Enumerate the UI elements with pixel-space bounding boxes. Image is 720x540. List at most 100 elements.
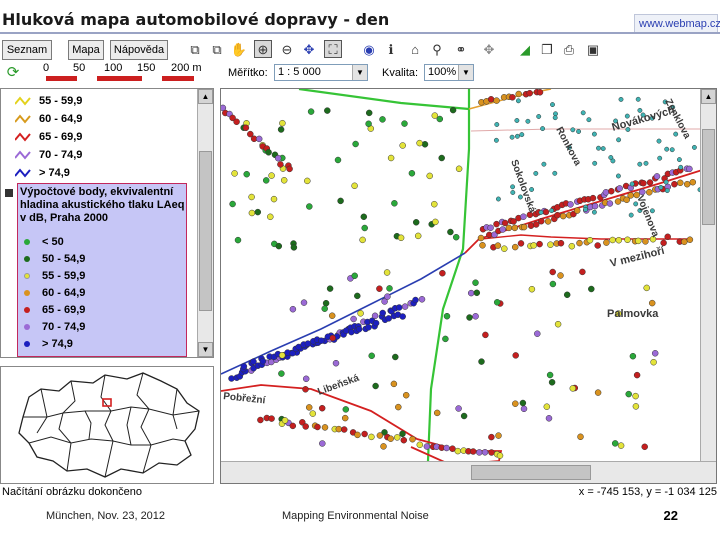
- noise-point: [386, 285, 393, 292]
- noise-point: [510, 184, 516, 190]
- refresh-icon[interactable]: ⟳: [4, 64, 22, 82]
- noise-point: [664, 233, 671, 241]
- noise-point: [547, 241, 554, 248]
- scroll-thumb[interactable]: [199, 151, 212, 311]
- scroll-thumb[interactable]: [702, 129, 715, 225]
- scroll-thumb[interactable]: [471, 465, 591, 480]
- noise-point: [229, 200, 236, 208]
- noise-point: [656, 138, 662, 144]
- meritko-select[interactable]: 1 : 5 000 ▼: [274, 64, 368, 81]
- noise-point: [372, 319, 380, 327]
- noise-point: [365, 120, 372, 128]
- noise-point: [472, 279, 479, 286]
- noise-point: [432, 218, 439, 226]
- noise-point: [267, 213, 274, 221]
- noise-point: [520, 223, 528, 231]
- noise-point: [616, 137, 622, 143]
- chevron-down-icon[interactable]: ▼: [458, 65, 473, 80]
- noise-point: [372, 382, 379, 390]
- find-binoculars-icon[interactable]: ⚭: [452, 41, 470, 59]
- save-icon[interactable]: ▣: [584, 41, 602, 59]
- noise-point: [438, 154, 445, 162]
- noise-point: [399, 313, 406, 320]
- zoom-next-icon[interactable]: ⧉: [208, 41, 226, 59]
- seznam-button[interactable]: Seznam: [2, 40, 52, 60]
- road-red: [480, 234, 691, 240]
- noise-point: [505, 224, 513, 232]
- noise-point: [563, 291, 571, 299]
- copy-icon[interactable]: ❐: [538, 41, 556, 59]
- move-arrows-icon[interactable]: ✥: [300, 41, 318, 59]
- road-green: [298, 89, 470, 111]
- noise-point: [495, 432, 502, 439]
- map-canvas[interactable]: Novákových Ronkova Sokolovská Palmovka V…: [221, 89, 717, 484]
- noise-point: [509, 134, 515, 140]
- noise-point: [431, 200, 438, 208]
- noise-point: [629, 352, 637, 360]
- noise-point: [401, 303, 409, 310]
- noise-point: [304, 177, 311, 185]
- noise-point: [608, 187, 615, 195]
- noise-point: [257, 416, 264, 424]
- noise-point: [517, 240, 525, 247]
- dot-icon: [24, 324, 30, 330]
- legend-line-label: 65 - 69,9: [39, 131, 83, 143]
- noise-point: [342, 327, 350, 334]
- full-extent-icon[interactable]: ⛶: [324, 40, 342, 58]
- noise-point: [290, 244, 298, 251]
- pan-hand-icon[interactable]: ✋: [230, 41, 248, 59]
- overview-map[interactable]: [0, 366, 214, 484]
- map-scrollbar-horizontal[interactable]: [221, 461, 716, 483]
- noise-point: [664, 146, 670, 152]
- noise-point: [408, 170, 416, 177]
- center-icon[interactable]: ◉: [360, 41, 378, 59]
- zoom-out-icon[interactable]: ⊖: [278, 41, 296, 59]
- legend-point-label: 50 - 54,9: [42, 253, 86, 265]
- noise-point: [359, 236, 366, 244]
- layer-toggle-checkbox[interactable]: [5, 189, 13, 197]
- noise-point: [321, 305, 328, 312]
- noise-point: [669, 147, 675, 153]
- move-icon[interactable]: ✥: [480, 41, 498, 59]
- noise-point: [371, 312, 379, 320]
- noise-point: [519, 399, 527, 407]
- map-scrollbar-vertical[interactable]: ▲: [700, 89, 716, 463]
- noise-point: [234, 236, 242, 244]
- measure-icon[interactable]: ◢: [516, 41, 534, 59]
- noise-map[interactable]: Novákových Ronkova Sokolovská Palmovka V…: [220, 88, 717, 484]
- home-icon[interactable]: ⌂: [406, 41, 424, 59]
- noise-point: [576, 129, 582, 134]
- legend-line-item: 65 - 69,9: [15, 131, 83, 143]
- noise-point: [511, 243, 519, 251]
- print-icon[interactable]: ⎙: [560, 41, 578, 59]
- zoom-in-icon[interactable]: ⊕: [254, 40, 272, 58]
- info-icon[interactable]: ℹ: [382, 41, 400, 59]
- noise-point: [600, 146, 606, 152]
- scroll-down-icon[interactable]: ▼: [198, 342, 213, 357]
- legend-scrollbar[interactable]: ▲ ▼: [197, 89, 213, 357]
- noise-point: [481, 449, 489, 456]
- noise-point: [368, 352, 375, 360]
- chevron-down-icon[interactable]: ▼: [352, 65, 367, 80]
- kvalita-select[interactable]: 100% ▼: [424, 64, 474, 81]
- hyperlink-icon[interactable]: ⚲: [428, 41, 446, 59]
- noise-point: [552, 170, 558, 176]
- noise-point: [368, 433, 375, 441]
- scroll-up-icon[interactable]: ▲: [701, 89, 716, 104]
- noise-point: [254, 208, 262, 216]
- napoveda-button[interactable]: Nápověda: [110, 40, 168, 60]
- mapa-button[interactable]: Mapa: [68, 40, 104, 60]
- zoom-previous-icon[interactable]: ⧉: [186, 41, 204, 59]
- legend-point-label: < 50: [42, 236, 64, 248]
- noise-point: [520, 213, 527, 220]
- site-link[interactable]: www.webmap.cz: [634, 14, 720, 34]
- noise-point: [629, 181, 635, 187]
- noise-point: [633, 371, 641, 379]
- noise-point: [534, 330, 541, 337]
- noise-point: [589, 194, 597, 202]
- noise-point: [586, 117, 592, 123]
- noise-point: [476, 449, 483, 456]
- noise-point: [493, 137, 499, 143]
- scroll-up-icon[interactable]: ▲: [198, 89, 213, 104]
- noise-point: [314, 423, 321, 431]
